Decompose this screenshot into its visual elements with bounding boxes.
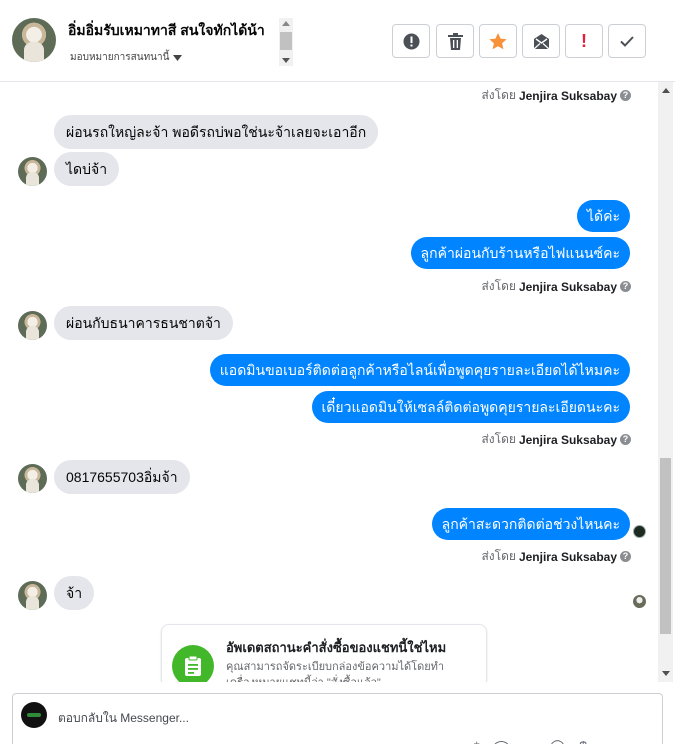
order-list-icon [172,645,214,682]
delete-button[interactable] [436,24,474,58]
mark-spam-button[interactable] [392,24,430,58]
message-thread[interactable]: ส่งโดย Jenjira Suksabay ? ผ่อนรถใหญ่ละจ้… [0,82,675,682]
contact-avatar-small [18,157,47,186]
emoji-icon[interactable]: ◯ [550,738,566,744]
reply-input[interactable]: ตอบกลับใน Messenger... ⁺ ⌒ ▭ ◯ $ [12,693,663,744]
incoming-message[interactable]: ไดบ่จ้า [54,152,120,186]
incoming-message[interactable]: จ้า [54,576,95,610]
contact-avatar-small [18,311,47,340]
alert-circle-icon [403,33,419,49]
read-receipt-avatar [633,595,646,608]
sent-by-prefix: ส่งโดย [481,88,516,102]
sent-by-name: Jenjira Suksabay [518,279,617,294]
contact-avatar[interactable] [12,18,56,62]
star-button[interactable] [479,24,517,58]
trash-icon [447,32,463,50]
outgoing-message[interactable]: เดี๋ยวแอดมินให้เซลล์ติดต่อพูดคุยรายละเอี… [311,391,630,423]
sent-by-prefix: ส่งโดย [481,279,516,293]
contact-avatar-small [18,581,47,610]
card-body: คุณสามารถจัดระเบียบกล่องข้อความได้โดยทำเ… [226,661,445,682]
sent-by-label: ส่งโดย Jenjira Suksabay ? [481,430,631,449]
flag-important-button[interactable]: ! [565,24,603,58]
seen-indicator-icon [633,525,646,538]
composer: ตอบกลับใน Messenger... ⁺ ⌒ ▭ ◯ $ [0,682,675,744]
info-icon[interactable]: ? [620,434,631,445]
contact-avatar-small [18,464,47,493]
scroll-thumb[interactable] [280,32,292,50]
conversation-header: อิ่มอิ่มรับเหมาทาสี สนใจทักได้น้า มอบหมา… [0,0,675,82]
order-status-card[interactable]: อัพเดตสถานะคำสั่งซื้อของแชทนี้ใช่ไหม คุณ… [161,624,487,682]
assign-label: มอบหมายการสนทนานี้ [70,52,170,63]
outgoing-message[interactable]: ลูกค้าสะดวกติดต่อช่วงไหนคะ [431,508,630,540]
attachment-icon[interactable]: ⌒ [494,738,508,744]
sent-by-label: ส่งโดย Jenjira Suksabay ? [481,86,631,105]
sent-by-name: Jenjira Suksabay [518,432,617,447]
mark-unread-button[interactable] [522,24,560,58]
outgoing-message[interactable]: ได้ค่ะ [576,200,630,232]
info-icon[interactable]: ? [620,90,631,101]
scroll-up-icon[interactable] [662,88,670,93]
check-icon [620,35,634,47]
outgoing-message[interactable]: แอดมินขอเบอร์ติดต่อลูกค้าหรือไลน์เพื่อพู… [209,354,630,386]
sent-by-name: Jenjira Suksabay [518,88,617,103]
mark-done-button[interactable] [608,24,646,58]
sent-by-label: ส่งโดย Jenjira Suksabay ? [481,547,631,566]
contact-title-box: อิ่มอิ่มรับเหมาทาสี สนใจทักได้น้า มอบหมา… [64,16,294,66]
info-icon[interactable]: ? [620,281,631,292]
star-icon [489,32,507,49]
outgoing-message[interactable]: ลูกค้าผ่อนกับร้านหรือไฟแนนซ์คะ [410,237,630,269]
assign-conversation-dropdown[interactable]: มอบหมายการสนทนานี้ [70,50,183,65]
card-title: อัพเดตสถานะคำสั่งซื้อของแชทนี้ใช่ไหม [226,640,447,655]
scroll-down-icon[interactable] [282,58,290,63]
payment-icon[interactable]: $ [579,738,587,744]
incoming-message[interactable]: ผ่อนกับธนาคารธนชาตจ้า [54,306,233,340]
incoming-message[interactable]: ผ่อนรถใหญ่ละจ้า พอดีรถบ่พอใช่นะจ้าเลยจะเ… [54,115,379,149]
contact-name[interactable]: อิ่มอิ่มรับเหมาทาสี สนใจทักได้น้า [68,20,265,42]
caret-down-icon [173,54,183,61]
thread-scrollbar[interactable] [658,82,673,682]
page-avatar [21,702,47,728]
title-scrollbar[interactable] [279,18,293,66]
sent-by-name: Jenjira Suksabay [518,549,617,564]
sent-by-prefix: ส่งโดย [481,432,516,446]
sent-by-label: ส่งโดย Jenjira Suksabay ? [481,277,631,296]
incoming-message[interactable]: 0817655703อิ่มจ้า [54,460,190,494]
envelope-icon [533,33,549,49]
exclamation-icon: ! [581,30,587,51]
scroll-down-icon[interactable] [662,671,670,676]
sent-by-prefix: ส่งโดย [481,549,516,563]
add-person-icon[interactable]: ⁺ [473,738,480,744]
image-icon[interactable]: ▭ [522,738,535,744]
composer-toolbar: ⁺ ⌒ ▭ ◯ $ [473,738,587,744]
scroll-up-icon[interactable] [282,21,290,26]
reply-placeholder[interactable]: ตอบกลับใน Messenger... [58,709,189,728]
info-icon[interactable]: ? [620,551,631,562]
scroll-thumb[interactable] [660,458,671,634]
